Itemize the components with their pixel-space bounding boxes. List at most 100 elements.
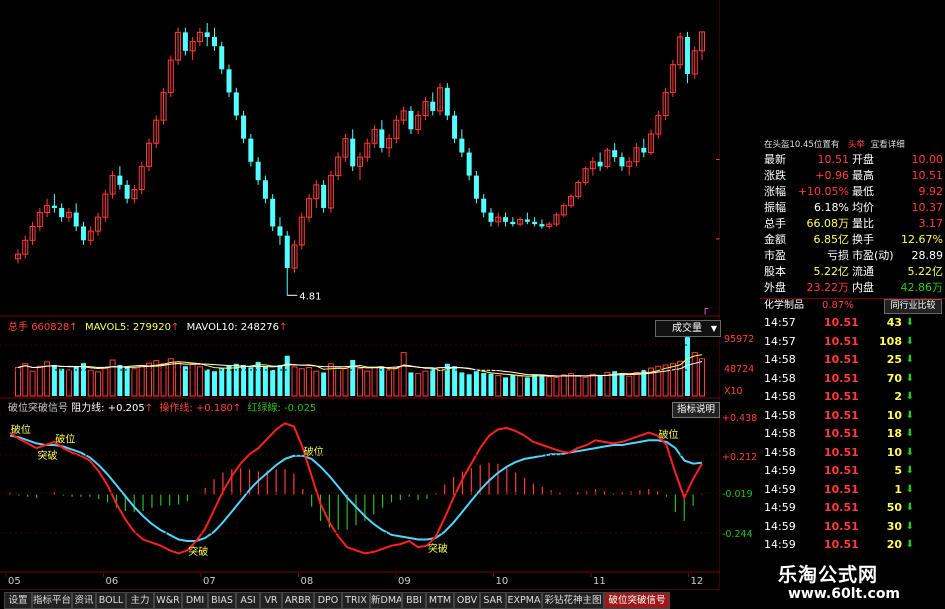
down-arrow-icon: ⬇ [905,317,914,328]
candle-body [51,205,57,208]
tick-volume: 18 [886,427,902,440]
tick-row: 14:58 10.51 10 ⬇ [762,444,942,462]
volume-bar [284,355,290,396]
tick-volume: 2 [894,390,902,403]
quote-value: 5.22亿 [907,265,944,278]
indicator-tab[interactable]: MTM [426,592,454,609]
indicator-tab[interactable]: ASI [236,592,260,609]
volume-bar [400,352,407,397]
down-arrow-icon: ⬇ [905,465,914,476]
candle-body [473,175,479,199]
candle-body [73,212,79,227]
tick-price: 10.51 [824,408,859,422]
indicator-tab[interactable]: OBV [454,592,480,609]
volume-bar [44,361,51,397]
down-arrow-icon: ⬇ [905,409,914,421]
quote-value: 5.22亿 [813,265,850,278]
indicator-tab[interactable]: 破位突破信号 [604,592,670,609]
quote-label: 均价 [852,201,874,214]
candle-body [241,115,247,139]
candle-body [641,147,647,153]
tick-volume: 43 [886,316,902,329]
tick-row: 14:57 10.51 43 ⬇ [762,314,942,332]
indicator-tab[interactable]: EXPMA [506,592,542,609]
volume-bar [386,369,393,397]
quote-row: 涨跌 +0.96 最高 10.51 [760,168,945,184]
volume-bar [430,368,436,396]
indicator-tab[interactable]: DMI [182,592,208,609]
indicator-tab[interactable]: 彩钻花神主图 [542,592,604,609]
volume-bar [291,366,298,397]
brand-watermark: 乐淘公式网 www.60lt.com [760,548,945,609]
volume-bar [539,375,545,396]
quote-row: 总手 66.08万 量比 3.17 [760,216,945,232]
tick-volume: 30 [886,519,902,533]
candle-body [270,198,276,227]
volume-bar [80,363,86,396]
quote-row: 涨幅 +10.05% 最低 9.92 [760,184,945,200]
resist-value: +0.205 [107,403,145,414]
indicator-tab[interactable]: 主力 [126,592,154,609]
tick-time: 14:58 [764,371,796,385]
volume-up-arrow: ↑ [69,322,78,333]
quote-header-text: 在头盔10.45位置有 [764,140,840,150]
k-line-chart[interactable]: 4.81 7.756.03┌ 破位突破破位突破破位突破破位 0506070809… [0,0,720,590]
candlestick-layer: 4.81 [15,23,705,302]
vol-scale-2: 48724 [724,364,755,375]
indicator-tab[interactable]: BBI [402,592,426,609]
ind-scale-1: +0.438 [722,413,758,424]
indicator-tab[interactable]: SAR [480,592,506,609]
quote-value: 42.86万 [900,281,944,294]
compare-button[interactable]: 同行业比较 [884,299,942,314]
indicator-tab[interactable]: TRIX [342,592,370,609]
tick-price: 10.51 [824,316,859,329]
quote-row: 市盈 亏损 市盈(动) 28.89 [760,248,945,264]
quote-value: 10.00 [911,153,944,166]
quote-label: 最低 [852,185,874,198]
volume-bar [633,371,640,397]
candle-body [503,217,509,222]
quote-value: 12.67% [901,233,943,246]
volume-bar [15,366,21,397]
indicator-tab[interactable]: 新DMA [370,592,402,609]
candle-body [597,161,603,167]
indicator-name: 破位突破信号 [8,403,68,414]
down-arrow-icon: ⬇ [905,354,914,365]
indicator-tab[interactable]: BIAS [208,592,236,609]
volume-bar [677,360,684,397]
indicator-tab[interactable]: 设置 [4,592,32,609]
quote-label: 市盈 [764,249,786,262]
quote-label: 内盘 [852,281,874,294]
tick-row: 14:59 10.51 5 ⬇ [762,462,942,480]
volume-bar [350,360,356,396]
candle-body [233,92,239,116]
brand-name: 乐淘公式网 [778,564,879,586]
indicator-tab[interactable]: W&R [154,592,182,609]
indicator-tab[interactable]: ARBR [282,592,314,609]
volume-bar [255,361,261,396]
candle-body [619,157,625,167]
candle-body [524,219,530,222]
indicator-help-button[interactable]: 指标说明 [672,402,720,418]
operate-label: 操作线: [159,403,193,414]
volume-bar [219,368,225,396]
down-arrow-icon: ⬇ [905,483,914,495]
indicator-tab[interactable]: 资讯 [72,592,96,609]
volume-bar [29,370,36,397]
ind-scale-2: +0.212 [722,452,758,463]
industry-row[interactable]: 化学制品 0.87% 同行业比较 [760,298,945,314]
volume-dropdown[interactable]: 成交量 ▼ [655,320,721,337]
volume-layer [15,337,705,397]
quote-value: 10.37 [911,201,944,214]
volume-bar [415,373,422,397]
volume-bar [597,375,603,396]
vol-scale-1: 95972 [724,334,755,345]
tick-time: 14:59 [764,482,796,496]
indicator-tab[interactable]: BOLL [96,592,126,609]
volume-bar [452,366,458,396]
volume-bar [357,368,363,397]
indicator-tab[interactable]: DPO [314,592,342,609]
indicator-tab[interactable]: VR [260,592,282,609]
date-label: 07 [203,576,216,587]
indicator-tab[interactable]: 指标平台 [32,592,72,609]
